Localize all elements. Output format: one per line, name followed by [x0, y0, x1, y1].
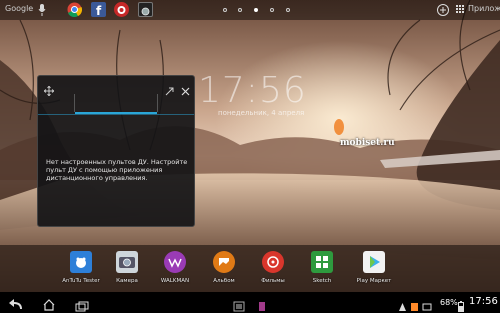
- home-icon[interactable]: [42, 296, 56, 313]
- chrome-icon[interactable]: [67, 2, 83, 18]
- page-dot[interactable]: [270, 8, 274, 12]
- page-dot[interactable]: [238, 8, 242, 12]
- app-label: Камера: [116, 278, 138, 284]
- app-walkman[interactable]: WALKMAN: [154, 251, 196, 291]
- facebook-icon[interactable]: f: [91, 2, 106, 18]
- status-clock[interactable]: 17:56: [469, 296, 498, 307]
- no-remotes-message: Нет настроенных пультов ДУ. Настройте пу…: [46, 158, 188, 182]
- camera-icon[interactable]: [138, 2, 153, 17]
- clock-date: понедельник, 4 апреля: [218, 109, 305, 117]
- app-label: Альбом: [213, 278, 235, 284]
- walkman-icon: [164, 251, 186, 273]
- app-camera[interactable]: Камера: [106, 251, 148, 291]
- small-app-icon[interactable]: [410, 297, 419, 313]
- sketch-icon: [311, 251, 333, 273]
- top-bar: Google f Прилож: [0, 0, 500, 20]
- app-label: Sketch: [312, 278, 332, 284]
- album-icon: [213, 251, 235, 273]
- back-icon[interactable]: [8, 296, 24, 313]
- remote-control-widget: Нет настроенных пультов ДУ. Настройте пу…: [37, 75, 195, 227]
- menu-icon[interactable]: [258, 297, 266, 313]
- mic-icon[interactable]: [37, 2, 47, 17]
- close-icon[interactable]: [181, 81, 190, 100]
- notification-icon[interactable]: [398, 297, 407, 313]
- page-dot[interactable]: [223, 8, 227, 12]
- play-store-icon: [363, 251, 385, 273]
- app-label: Play Маркет: [356, 278, 392, 284]
- screen-icon[interactable]: [422, 297, 432, 313]
- svg-text:f: f: [96, 4, 102, 17]
- app-album[interactable]: Альбом: [203, 251, 245, 291]
- app-label: WALKMAN: [160, 278, 190, 284]
- recents-icon[interactable]: [75, 297, 89, 313]
- app-movies[interactable]: Фильмы: [252, 251, 294, 291]
- app-antutu-tester[interactable]: AnTuTu Tester: [60, 251, 102, 291]
- camera-icon: [116, 251, 138, 273]
- apps-button-label[interactable]: Прилож: [468, 4, 500, 13]
- add-icon[interactable]: [436, 2, 451, 17]
- apps-grid-icon[interactable]: [456, 2, 466, 17]
- system-navigation-bar: 68% 17:56: [0, 292, 500, 313]
- expand-icon[interactable]: [165, 81, 174, 100]
- move-icon[interactable]: [43, 81, 55, 100]
- widget-tab-divider: [157, 94, 158, 112]
- watermark-graphic: [332, 115, 346, 141]
- app-label: Фильмы: [261, 278, 285, 284]
- movies-icon: [262, 251, 284, 273]
- widget-header-line: [38, 114, 194, 115]
- screenshot-icon[interactable]: [233, 297, 245, 313]
- app-play-store[interactable]: Play Маркет: [353, 251, 395, 291]
- watermark-logo: mobiset.ru: [340, 138, 395, 148]
- antutu-icon[interactable]: [114, 2, 129, 17]
- google-search-label[interactable]: Google: [5, 4, 33, 13]
- page-dot[interactable]: [286, 8, 290, 12]
- battery-icon: [458, 297, 464, 313]
- page-dot-active[interactable]: [254, 8, 258, 12]
- battery-percentage: 68%: [440, 298, 458, 307]
- widget-tab-divider: [74, 94, 75, 112]
- antutu-icon: [70, 251, 92, 273]
- app-sketch[interactable]: Sketch: [301, 251, 343, 291]
- clock-time[interactable]: 17:56: [198, 70, 307, 111]
